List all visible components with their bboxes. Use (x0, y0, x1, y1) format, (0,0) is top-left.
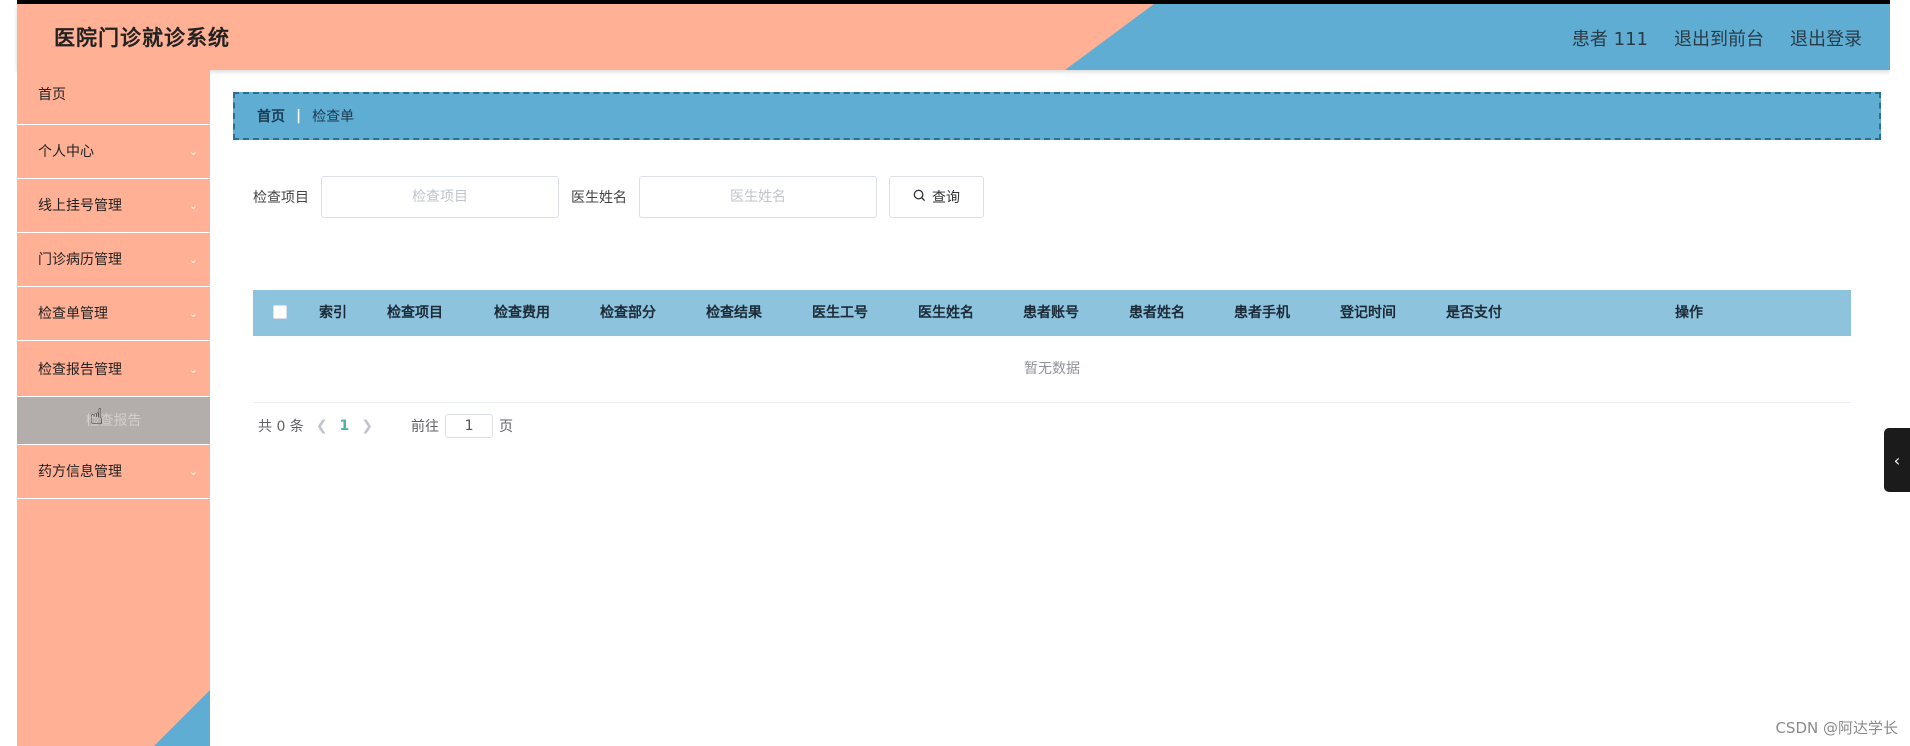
sidebar: 首页 个人中心 ⌄ 线上挂号管理 ⌄ 门诊病历管理 ⌄ 检查单管理 ⌄ 检查报告… (17, 70, 210, 746)
sidebar-corner-decoration (154, 690, 210, 746)
prev-page-icon[interactable]: ❮ (316, 418, 328, 434)
sidebar-item-exam-orders[interactable]: 检查单管理 ⌄ (17, 287, 210, 341)
select-all-checkbox[interactable] (273, 305, 287, 319)
chevron-down-icon: ⌄ (188, 307, 198, 320)
chevron-down-icon: ⌄ (188, 363, 198, 376)
sidebar-item-medical-records[interactable]: 门诊病历管理 ⌄ (17, 233, 210, 287)
submenu-item-exam-report[interactable]: 检查报告 ☝ (17, 397, 210, 445)
search-form: 检查项目 医生姓名 查询 (253, 176, 984, 218)
breadcrumb-current: 检查单 (312, 109, 355, 125)
column-header[interactable]: 登记时间 (1340, 290, 1396, 336)
breadcrumb-home[interactable]: 首页 (257, 106, 285, 126)
column-header[interactable]: 索引 (319, 290, 347, 336)
hand-cursor-icon: ☝ (90, 405, 104, 430)
sidebar-item-personal-center[interactable]: 个人中心 ⌄ (17, 125, 210, 179)
chevron-left-icon: ‹ (1893, 450, 1901, 470)
column-header[interactable]: 患者手机 (1234, 290, 1290, 336)
main-content: 首页 | 检查单 检查项目 医生姓名 查询 索引 检查项目 检查费用 检查部分 … (210, 70, 1881, 746)
sidebar-item-label: 线上挂号管理 (38, 198, 122, 214)
page-number[interactable]: 1 (340, 418, 350, 434)
doctor-name-label: 医生姓名 (571, 190, 627, 206)
goto-page-input[interactable] (445, 414, 494, 438)
logout-link[interactable]: 退出登录 (1790, 25, 1862, 51)
chevron-down-icon: ⌄ (188, 145, 198, 158)
empty-state: 暂无数据 (253, 336, 1851, 403)
window-left-edge (0, 0, 17, 746)
sidebar-item-label: 检查单管理 (38, 306, 108, 322)
breadcrumb-separator: | (296, 108, 302, 124)
column-header[interactable]: 检查项目 (387, 290, 443, 336)
watermark: CSDN @阿达学长 (1775, 719, 1898, 737)
search-button[interactable]: 查询 (889, 176, 984, 218)
search-button-label: 查询 (932, 190, 960, 206)
column-header[interactable]: 患者账号 (1023, 290, 1079, 336)
column-header[interactable]: 检查部分 (600, 290, 656, 336)
exam-order-table: 索引 检查项目 检查费用 检查部分 检查结果 医生工号 医生姓名 患者账号 患者… (253, 290, 1851, 403)
column-header[interactable]: 是否支付 (1446, 290, 1502, 336)
sidebar-item-label: 个人中心 (38, 144, 94, 160)
chevron-down-icon: ⌄ (188, 465, 198, 478)
doctor-name-input[interactable] (639, 176, 877, 218)
sidebar-item-label: 首页 (38, 87, 66, 103)
total-count: 共 0 条 (258, 419, 304, 435)
chevron-down-icon: ⌄ (188, 199, 198, 212)
app-header: 医院门诊就诊系统 患者 111 退出到前台 退出登录 (17, 4, 1890, 70)
column-header[interactable]: 操作 (1675, 290, 1703, 336)
sidebar-item-label: 药方信息管理 (38, 464, 122, 480)
pagination: 共 0 条 ❮ 1 ❯ 前往 页 (258, 414, 513, 438)
chevron-down-icon: ⌄ (188, 253, 198, 266)
app-title: 医院门诊就诊系统 (54, 26, 230, 50)
collapse-panel-button[interactable]: ‹ (1884, 428, 1910, 492)
next-page-icon[interactable]: ❯ (361, 418, 373, 434)
exam-item-input[interactable] (321, 176, 559, 218)
user-name-link[interactable]: 患者 111 (1572, 25, 1648, 51)
sidebar-item-online-registration[interactable]: 线上挂号管理 ⌄ (17, 179, 210, 233)
column-header[interactable]: 医生姓名 (918, 290, 974, 336)
breadcrumb: 首页 | 检查单 (233, 92, 1881, 140)
table-header: 索引 检查项目 检查费用 检查部分 检查结果 医生工号 医生姓名 患者账号 患者… (253, 290, 1851, 336)
exam-item-label: 检查项目 (253, 190, 309, 206)
column-header[interactable]: 患者姓名 (1129, 290, 1185, 336)
sidebar-item-exam-reports[interactable]: 检查报告管理 ⌄ (17, 341, 210, 397)
page-suffix: 页 (499, 419, 514, 435)
sidebar-item-label: 检查报告管理 (38, 362, 122, 378)
sidebar-item-home[interactable]: 首页 (17, 70, 210, 125)
column-header[interactable]: 检查结果 (706, 290, 762, 336)
search-icon (913, 189, 926, 206)
header-links: 患者 111 退出到前台 退出登录 (1572, 25, 1862, 51)
sidebar-item-label: 门诊病历管理 (38, 252, 122, 268)
sidebar-item-prescriptions[interactable]: 药方信息管理 ⌄ (17, 445, 210, 499)
window-right-edge (1890, 0, 1910, 746)
goto-label: 前往 (411, 419, 440, 435)
column-header[interactable]: 检查费用 (494, 290, 550, 336)
back-to-frontend-link[interactable]: 退出到前台 (1674, 25, 1764, 51)
column-header[interactable]: 医生工号 (812, 290, 868, 336)
